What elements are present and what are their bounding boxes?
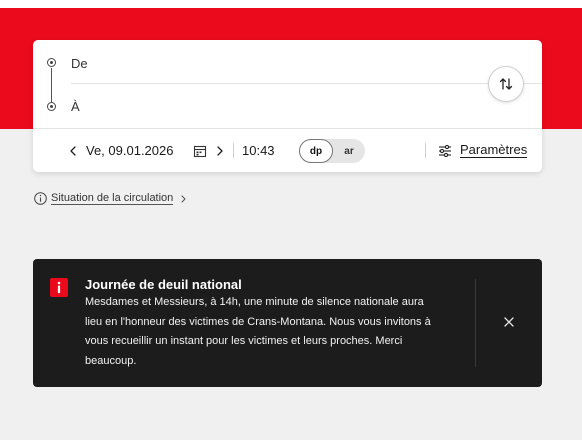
notice-message: Mesdames et Messieurs, à 14h, une minute…	[85, 293, 463, 371]
settings-label: Paramètres	[460, 142, 528, 158]
calendar-button[interactable]	[193, 144, 207, 158]
notice-line: lieu en l'honneur des victimes de Crans-…	[85, 315, 431, 328]
previous-day-button[interactable]	[68, 144, 78, 158]
notice-line: Mesdames et Messieurs, à 14h, une minute…	[85, 296, 424, 308]
swap-button[interactable]	[488, 66, 524, 102]
notice-banner: Journée de deuil national Mesdames et Me…	[33, 259, 542, 387]
chevron-right-icon	[217, 146, 223, 156]
swap-vertical-icon	[499, 78, 513, 90]
traffic-situation-link[interactable]: Situation de la circulation	[34, 192, 186, 205]
arrival-option[interactable]: ar	[333, 139, 365, 163]
calendar-icon	[193, 145, 207, 158]
departure-arrival-toggle: dp ar	[299, 139, 365, 163]
info-circle-icon	[34, 192, 47, 205]
close-notice-button[interactable]	[500, 313, 518, 331]
from-input[interactable]	[71, 42, 481, 84]
chevron-right-icon	[181, 194, 186, 203]
field-divider	[71, 83, 542, 84]
top-strip	[0, 0, 582, 8]
traffic-situation-label: Situation de la circulation	[51, 192, 174, 205]
destination-stop-icon	[47, 102, 56, 111]
to-input[interactable]	[71, 85, 481, 127]
time-value[interactable]: 10:43	[242, 143, 275, 158]
notice-divider	[475, 279, 476, 367]
notice-line: beaucoup.	[85, 354, 137, 367]
notice-line: vous recueillir un instant pour les vict…	[85, 335, 403, 347]
search-card: Ve, 09.01.2026 10:43 dp ar Paramètres	[33, 40, 542, 172]
row-divider	[33, 128, 542, 129]
sliders-icon	[439, 144, 451, 157]
date-time-divider	[233, 143, 234, 158]
alert-icon	[50, 278, 68, 297]
chevron-left-icon	[70, 146, 76, 156]
close-icon	[504, 317, 514, 327]
next-day-button[interactable]	[215, 144, 225, 158]
departure-option[interactable]: dp	[299, 139, 333, 163]
params-divider	[425, 143, 426, 158]
notice-title: Journée de deuil national	[85, 277, 242, 292]
settings-button[interactable]: Paramètres	[438, 142, 528, 158]
date-value[interactable]: Ve, 09.01.2026	[86, 143, 173, 158]
origin-stop-icon	[47, 58, 56, 67]
